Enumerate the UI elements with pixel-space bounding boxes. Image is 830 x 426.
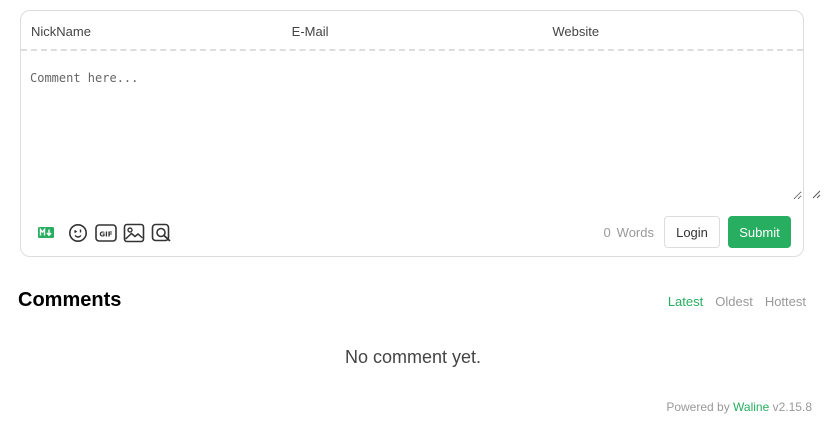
editor-toolbar: GIF <box>35 222 173 244</box>
comment-form: GIF 0 Words Login Submit <box>20 10 821 257</box>
gif-icon[interactable]: GIF <box>95 222 117 244</box>
nickname-input[interactable] <box>21 11 282 51</box>
markdown-icon[interactable] <box>35 222 57 244</box>
sort-tabs: Latest Oldest Hottest <box>668 294 806 309</box>
comments-heading: Comments <box>18 289 122 311</box>
image-icon[interactable] <box>123 222 145 244</box>
waline-link[interactable]: Waline <box>733 400 769 414</box>
word-count-value: 0 <box>603 224 611 240</box>
sort-oldest[interactable]: Oldest <box>715 294 753 309</box>
preview-icon[interactable] <box>151 222 173 244</box>
resize-handle-icon[interactable] <box>811 189 821 199</box>
word-counter: 0 Words <box>603 225 654 240</box>
svg-text:GIF: GIF <box>99 231 112 239</box>
word-count-unit: Words <box>616 224 654 240</box>
email-input[interactable] <box>281 11 543 51</box>
empty-comments-message: No comment yet. <box>344 347 482 367</box>
website-input[interactable] <box>542 11 804 51</box>
comment-textarea[interactable] <box>22 61 802 200</box>
emoji-icon[interactable] <box>67 222 89 244</box>
version-label: v2.15.8 <box>772 400 812 414</box>
submit-button[interactable]: Submit <box>728 216 791 248</box>
sort-latest[interactable]: Latest <box>668 294 703 309</box>
sort-hottest[interactable]: Hottest <box>765 294 806 309</box>
user-info-fields <box>21 11 804 51</box>
powered-prefix: Powered by <box>666 400 730 414</box>
form-actions: 0 Words Login Submit <box>603 216 791 248</box>
login-button[interactable]: Login <box>664 216 720 248</box>
powered-by: Powered by Waline v2.15.8 <box>666 400 812 414</box>
